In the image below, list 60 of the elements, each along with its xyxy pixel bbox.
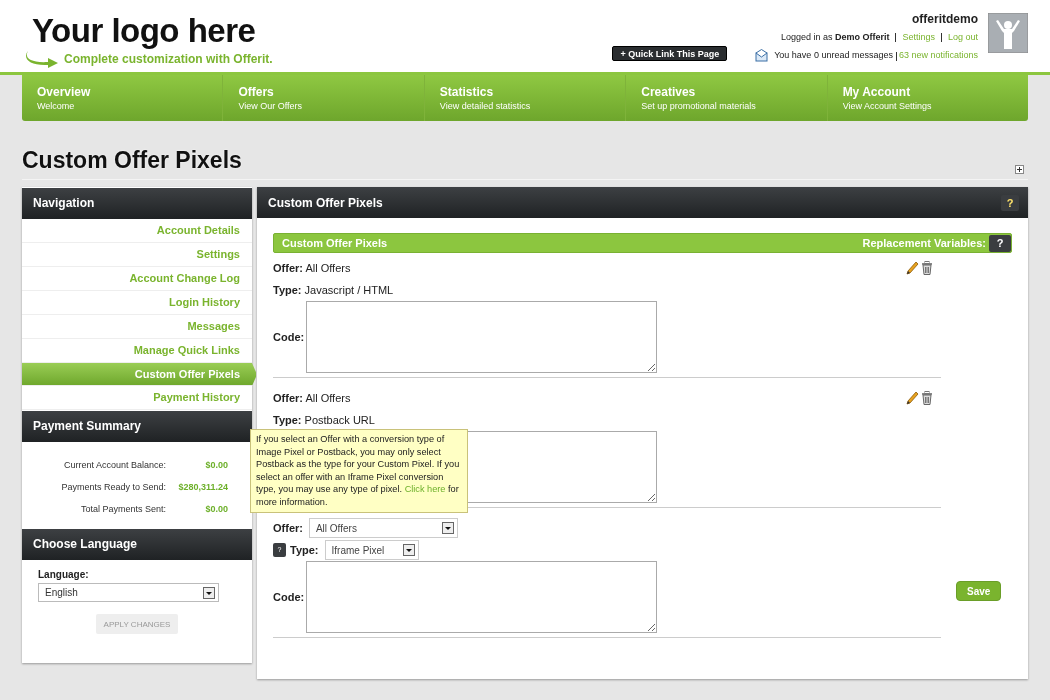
type-text: Type: Postback URL [273, 414, 375, 426]
page-title: Custom Offer Pixels [22, 147, 242, 174]
pencil-icon[interactable] [906, 261, 919, 275]
nav-tab[interactable]: My Account View Account Settings [827, 75, 1029, 121]
nav-tab[interactable]: Offers View Our Offers [223, 75, 425, 121]
nav-tab[interactable]: Creatives Set up promotional materials [626, 75, 828, 121]
sidebar-item[interactable]: Settings [22, 243, 252, 267]
code-field[interactable] [306, 561, 657, 633]
logo-title: Your logo here [32, 12, 257, 50]
expand-icon[interactable] [1015, 165, 1024, 174]
trash-icon[interactable] [921, 261, 933, 275]
panel-title: Custom Offer Pixels [268, 195, 383, 210]
nav-tab[interactable]: Statistics View detailed statistics [424, 75, 627, 121]
trash-icon[interactable] [921, 391, 933, 405]
code-field[interactable] [306, 301, 657, 373]
section-title: Custom Offer Pixels [282, 237, 388, 249]
summary-label: Payments Ready to Send: [60, 482, 166, 492]
messages-text: You have 0 unread messages [774, 50, 893, 61]
settings-link[interactable]: Settings [902, 32, 935, 42]
replacement-variables-label: Replacement Variables: [862, 237, 986, 249]
sidebar-item[interactable]: Account Details [22, 219, 252, 243]
quick-link-button[interactable]: + Quick Link This Page [612, 46, 728, 61]
summary-label: Total Payments Sent: [79, 504, 166, 514]
notifications-link[interactable]: 63 new notifications [898, 50, 978, 61]
logo-tagline: Complete customization with Offerit. [64, 52, 273, 66]
tooltip-text: If you select an Offer with a conversion type of Image Pixel or Postback, you may only select Postback as the type for your Custom Pixel. If you select an offer with an Iframe Pixel conversion type, you may use any type of pixel. Click here for more information. [256, 433, 461, 509]
sidebar-item[interactable]: Payment History [22, 386, 252, 410]
sidebar-item[interactable]: Custom Offer Pixels [22, 363, 256, 386]
help-button[interactable]: ? [1001, 194, 1019, 211]
type-label: Type: [290, 544, 319, 556]
panel-header: Payment Summary [22, 411, 252, 442]
offer-label: Offer: [273, 522, 303, 534]
envelope-icon[interactable] [755, 49, 769, 62]
type-select[interactable]: Iframe Pixel [324, 540, 419, 560]
avatar-icon[interactable] [988, 13, 1028, 53]
sidebar-item[interactable]: Messages [22, 315, 252, 339]
logout-link[interactable]: Log out [947, 32, 978, 42]
summary-value: $280,311.24 [177, 482, 228, 492]
type-text: Type: Javascript / HTML [273, 284, 394, 296]
offer-text: Offer: All Offers [273, 392, 351, 404]
panel-header: Navigation [22, 188, 252, 219]
username: offeritdemo [912, 12, 978, 26]
summary-label: Current Account Balance: [62, 460, 166, 470]
sidebar-item[interactable]: Account Change Log [22, 267, 252, 291]
logged-in-text: Logged in as Demo Offerit [780, 32, 890, 42]
panel-header: Choose Language [22, 529, 252, 560]
click-here-link[interactable]: Click here [404, 484, 446, 495]
nav-tab[interactable]: Overview Welcome [22, 75, 224, 121]
pencil-icon[interactable] [906, 391, 919, 405]
offer-select[interactable]: All Offers [308, 518, 458, 538]
summary-value: $0.00 [204, 460, 228, 470]
code-label: Code: [273, 591, 305, 603]
save-button[interactable]: Save [956, 581, 1002, 601]
sidebar-item[interactable]: Login History [22, 291, 252, 315]
language-label: Language: [38, 569, 90, 580]
offer-text: Offer: All Offers [273, 262, 351, 274]
code-label: Code: [273, 331, 305, 343]
language-select[interactable]: English [38, 583, 219, 602]
help-button[interactable]: ? [989, 234, 1011, 252]
summary-value: $0.00 [204, 504, 228, 514]
